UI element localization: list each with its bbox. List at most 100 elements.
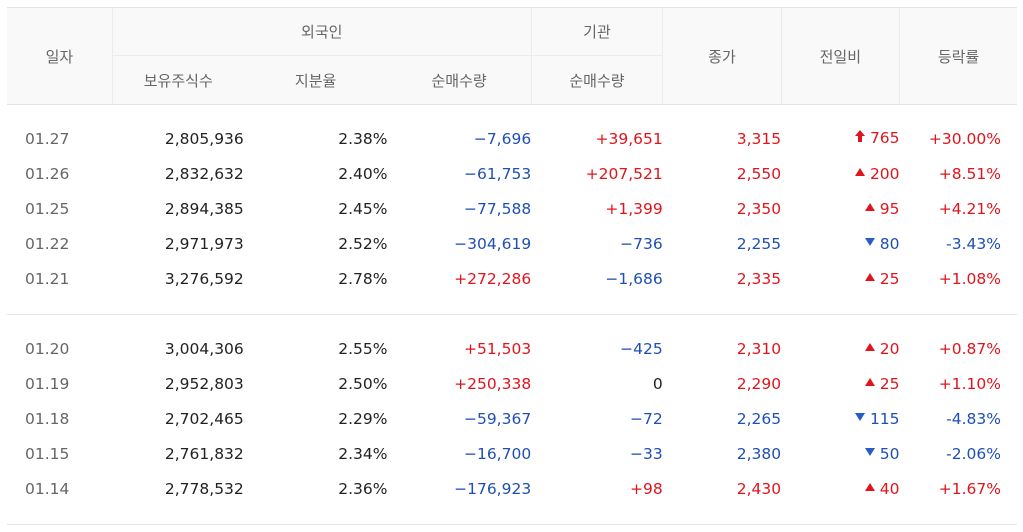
cell-ownership: 2.36% xyxy=(338,479,388,498)
table-row: 01.21 3,276,592 2.78% +272,286 −1,686 2,335 25… xyxy=(7,261,1017,296)
triangle-down-icon xyxy=(854,413,865,421)
table-row: 01.15 2,761,832 2.34% −16,700 −33 2,380 50 -2.0… xyxy=(7,436,1017,471)
cell-holdings: 3,004,306 xyxy=(164,339,244,358)
header-rate: 등락률 xyxy=(899,7,1017,105)
cell-change: 95 xyxy=(781,191,900,226)
cell-ownership: 2.34% xyxy=(338,444,388,463)
table-row: 01.26 2,832,632 2.40% −61,753 +207,521 2,550 2… xyxy=(7,156,1017,191)
cell-date: 01.20 xyxy=(25,339,70,358)
cell-rate: -4.83% xyxy=(946,409,1001,428)
cell-close: 2,290 xyxy=(736,374,782,393)
triangle-up-icon xyxy=(864,343,875,351)
cell-ownership: 2.78% xyxy=(338,269,388,288)
cell-foreign-net: +51,503 xyxy=(463,339,532,358)
cell-change: 40 xyxy=(781,471,900,506)
cell-holdings: 2,702,465 xyxy=(164,409,244,428)
cell-ownership: 2.45% xyxy=(338,199,388,218)
cell-inst-net: +207,521 xyxy=(585,164,663,183)
cell-holdings: 2,778,532 xyxy=(164,479,244,498)
cell-inst-net: −72 xyxy=(630,409,663,428)
table-row: 01.25 2,894,385 2.45% −77,588 +1,399 2,350 95 +… xyxy=(7,191,1017,226)
change-value: 25 xyxy=(879,374,900,393)
cell-close: 2,255 xyxy=(736,234,782,253)
change-value: 80 xyxy=(879,234,900,253)
cell-foreign-net: −7,696 xyxy=(473,129,532,148)
cell-close: 2,265 xyxy=(736,409,782,428)
cell-date: 01.27 xyxy=(25,129,70,148)
cell-holdings: 2,805,936 xyxy=(164,129,244,148)
cell-foreign-net: −304,619 xyxy=(454,234,532,253)
header-inst-net: 순매수량 xyxy=(530,55,663,105)
cell-ownership: 2.38% xyxy=(338,129,388,148)
cell-inst-net: −425 xyxy=(620,339,663,358)
cell-ownership: 2.40% xyxy=(338,164,388,183)
change-value: 765 xyxy=(869,129,900,148)
row-spacer xyxy=(7,296,1017,315)
header-holdings: 보유주식수 xyxy=(111,55,244,105)
cell-change: 25 xyxy=(781,366,900,401)
cell-change: 115 xyxy=(781,401,900,436)
cell-rate: +4.21% xyxy=(938,199,1001,218)
cell-rate: +1.08% xyxy=(938,269,1001,288)
table-header: 일자 외국인 기관 종가 전일비 등락률 보유주식수 지분율 순매수량 순매수량 xyxy=(7,7,1017,105)
cell-change: 50 xyxy=(781,436,900,471)
cell-ownership: 2.52% xyxy=(338,234,388,253)
cell-rate: +1.10% xyxy=(938,374,1001,393)
table-row: 01.14 2,778,532 2.36% −176,923 +98 2,430 40 +1.… xyxy=(7,471,1017,506)
header-foreign-net: 순매수량 xyxy=(387,55,532,105)
cell-holdings: 2,894,385 xyxy=(164,199,244,218)
change-value: 200 xyxy=(869,164,900,183)
cell-rate: +1.67% xyxy=(938,479,1001,498)
cell-rate: -2.06% xyxy=(946,444,1001,463)
cell-change: 765 xyxy=(781,121,900,156)
cell-rate: -3.43% xyxy=(946,234,1001,253)
cell-close: 2,310 xyxy=(736,339,782,358)
cell-close: 3,315 xyxy=(736,129,782,148)
cell-foreign-net: −61,753 xyxy=(463,164,532,183)
table-row: 01.27 2,805,936 2.38% −7,696 +39,651 3,315 765… xyxy=(7,121,1017,156)
cell-foreign-net: +272,286 xyxy=(454,269,532,288)
cell-foreign-net: −59,367 xyxy=(463,409,532,428)
triangle-down-icon xyxy=(864,448,875,456)
cell-ownership: 2.55% xyxy=(338,339,388,358)
triangle-up-icon xyxy=(854,168,865,176)
triangle-up-icon xyxy=(864,203,875,211)
cell-foreign-net: −16,700 xyxy=(463,444,532,463)
triangle-down-icon xyxy=(864,238,875,246)
cell-date: 01.22 xyxy=(25,234,70,253)
cell-inst-net: +39,651 xyxy=(595,129,663,148)
cell-change: 200 xyxy=(781,156,900,191)
triangle-up-icon xyxy=(864,483,875,491)
header-ownership: 지분율 xyxy=(243,55,388,105)
table-row: 01.19 2,952,803 2.50% +250,338 0 2,290 25 +1.10… xyxy=(7,366,1017,401)
cell-close: 2,380 xyxy=(736,444,782,463)
cell-ownership: 2.50% xyxy=(338,374,388,393)
cell-date: 01.15 xyxy=(25,444,70,463)
cell-close: 2,550 xyxy=(736,164,782,183)
cell-date: 01.18 xyxy=(25,409,70,428)
table-row: 01.22 2,971,973 2.52% −304,619 −736 2,255 80 -3… xyxy=(7,226,1017,261)
cell-change: 20 xyxy=(781,331,900,366)
row-spacer xyxy=(7,506,1017,525)
header-institution: 기관 xyxy=(530,7,663,56)
cell-date: 01.19 xyxy=(25,374,70,393)
row-spacer xyxy=(7,105,1017,122)
cell-close: 2,335 xyxy=(736,269,782,288)
limit-up-arrow-icon xyxy=(854,129,865,148)
cell-rate: +0.87% xyxy=(938,339,1001,358)
cell-rate: +30.00% xyxy=(928,129,1001,148)
cell-date: 01.21 xyxy=(25,269,70,288)
header-change: 전일비 xyxy=(780,7,900,105)
change-value: 95 xyxy=(879,199,900,218)
header-close: 종가 xyxy=(662,7,782,105)
change-value: 40 xyxy=(879,479,900,498)
triangle-up-icon xyxy=(864,378,875,386)
cell-inst-net: −736 xyxy=(620,234,663,253)
header-foreign: 외국인 xyxy=(111,7,532,56)
table-row: 01.18 2,702,465 2.29% −59,367 −72 2,265 115 -4.… xyxy=(7,401,1017,436)
triangle-up-icon xyxy=(864,273,875,281)
change-value: 50 xyxy=(879,444,900,463)
change-value: 25 xyxy=(879,269,900,288)
cell-inst-net: −33 xyxy=(630,444,663,463)
cell-holdings: 2,971,973 xyxy=(164,234,244,253)
